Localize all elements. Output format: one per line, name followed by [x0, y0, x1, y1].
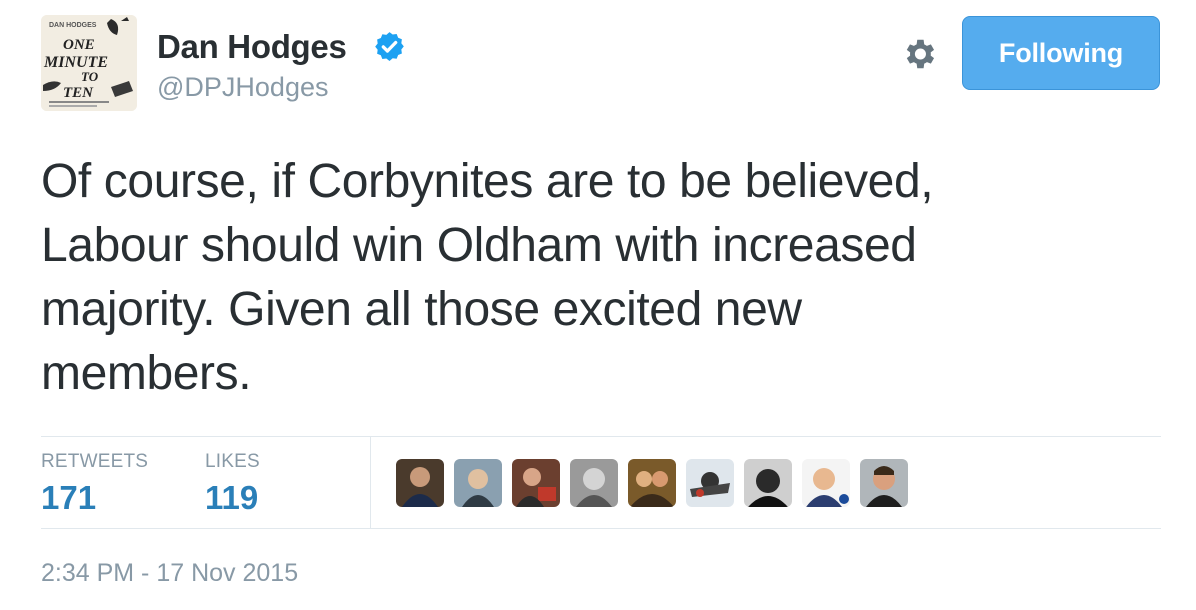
svg-text:ONE: ONE [63, 37, 95, 53]
liker-avatar[interactable] [396, 459, 444, 507]
person-photo-icon [802, 459, 850, 507]
liker-avatar[interactable] [860, 459, 908, 507]
person-photo-icon [396, 459, 444, 507]
svg-text:DAN HODGES: DAN HODGES [49, 22, 97, 29]
liker-avatar[interactable] [628, 459, 676, 507]
person-photo-icon [686, 459, 734, 507]
author-handle[interactable]: @DPJHodges [157, 72, 328, 103]
book-cover-avatar: DAN HODGES ONE MINUTE TO TEN [41, 15, 137, 111]
stats-bottom-divider [41, 528, 1161, 529]
liker-avatar[interactable] [744, 459, 792, 507]
liker-avatar[interactable] [570, 459, 618, 507]
gear-icon[interactable] [900, 35, 938, 73]
stats-top-divider [41, 436, 1161, 437]
author-avatar[interactable]: DAN HODGES ONE MINUTE TO TEN [41, 15, 137, 111]
svg-text:MINUTE: MINUTE [43, 54, 108, 71]
person-photo-icon [860, 459, 908, 507]
liker-avatar[interactable] [512, 459, 560, 507]
following-button[interactable]: Following [962, 16, 1160, 90]
retweets-label[interactable]: RETWEETS [41, 451, 148, 473]
liker-avatar[interactable] [454, 459, 502, 507]
retweets-count[interactable]: 171 [41, 479, 96, 517]
person-photo-icon [744, 459, 792, 507]
person-photo-icon [570, 459, 618, 507]
svg-text:TEN: TEN [63, 85, 94, 101]
liker-avatar[interactable] [686, 459, 734, 507]
author-name[interactable]: Dan Hodges [157, 28, 347, 66]
likes-label[interactable]: LIKES [205, 451, 260, 473]
person-photo-icon [512, 459, 560, 507]
person-photo-icon [628, 459, 676, 507]
svg-text:TO: TO [81, 69, 99, 84]
person-photo-icon [454, 459, 502, 507]
tweet-text: Of course, if Corbynites are to be belie… [41, 155, 934, 400]
liker-avatar[interactable] [802, 459, 850, 507]
tweet-timestamp[interactable]: 2:34 PM - 17 Nov 2015 [41, 559, 298, 588]
likes-count[interactable]: 119 [205, 479, 258, 517]
stats-vertical-divider [370, 436, 371, 528]
verified-badge-icon [375, 32, 404, 61]
